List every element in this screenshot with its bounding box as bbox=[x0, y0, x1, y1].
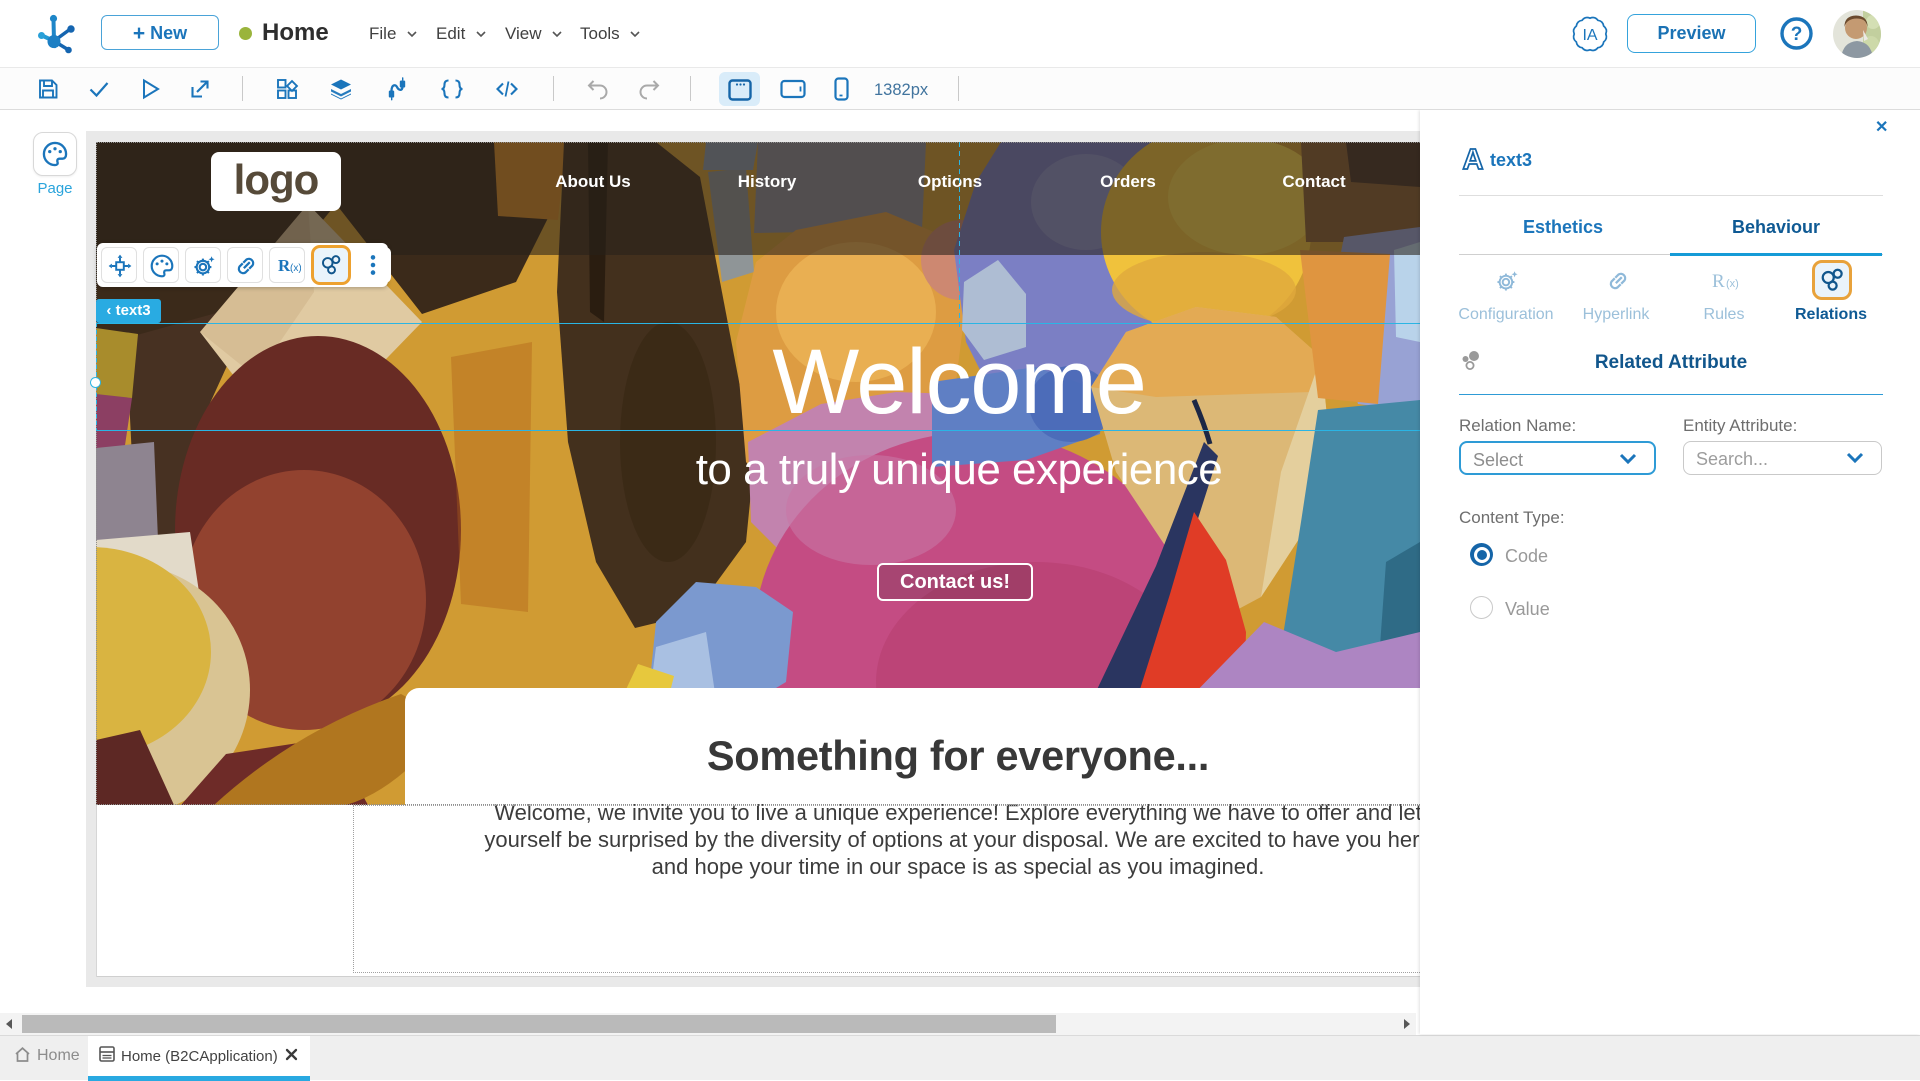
svg-text:IA: IA bbox=[1582, 27, 1597, 44]
svg-text:R: R bbox=[1712, 271, 1725, 292]
svg-text:(x): (x) bbox=[1726, 278, 1739, 290]
svg-text:?: ? bbox=[1791, 24, 1803, 45]
svg-text:(x): (x) bbox=[290, 263, 301, 274]
svg-text:A: A bbox=[1463, 144, 1484, 174]
